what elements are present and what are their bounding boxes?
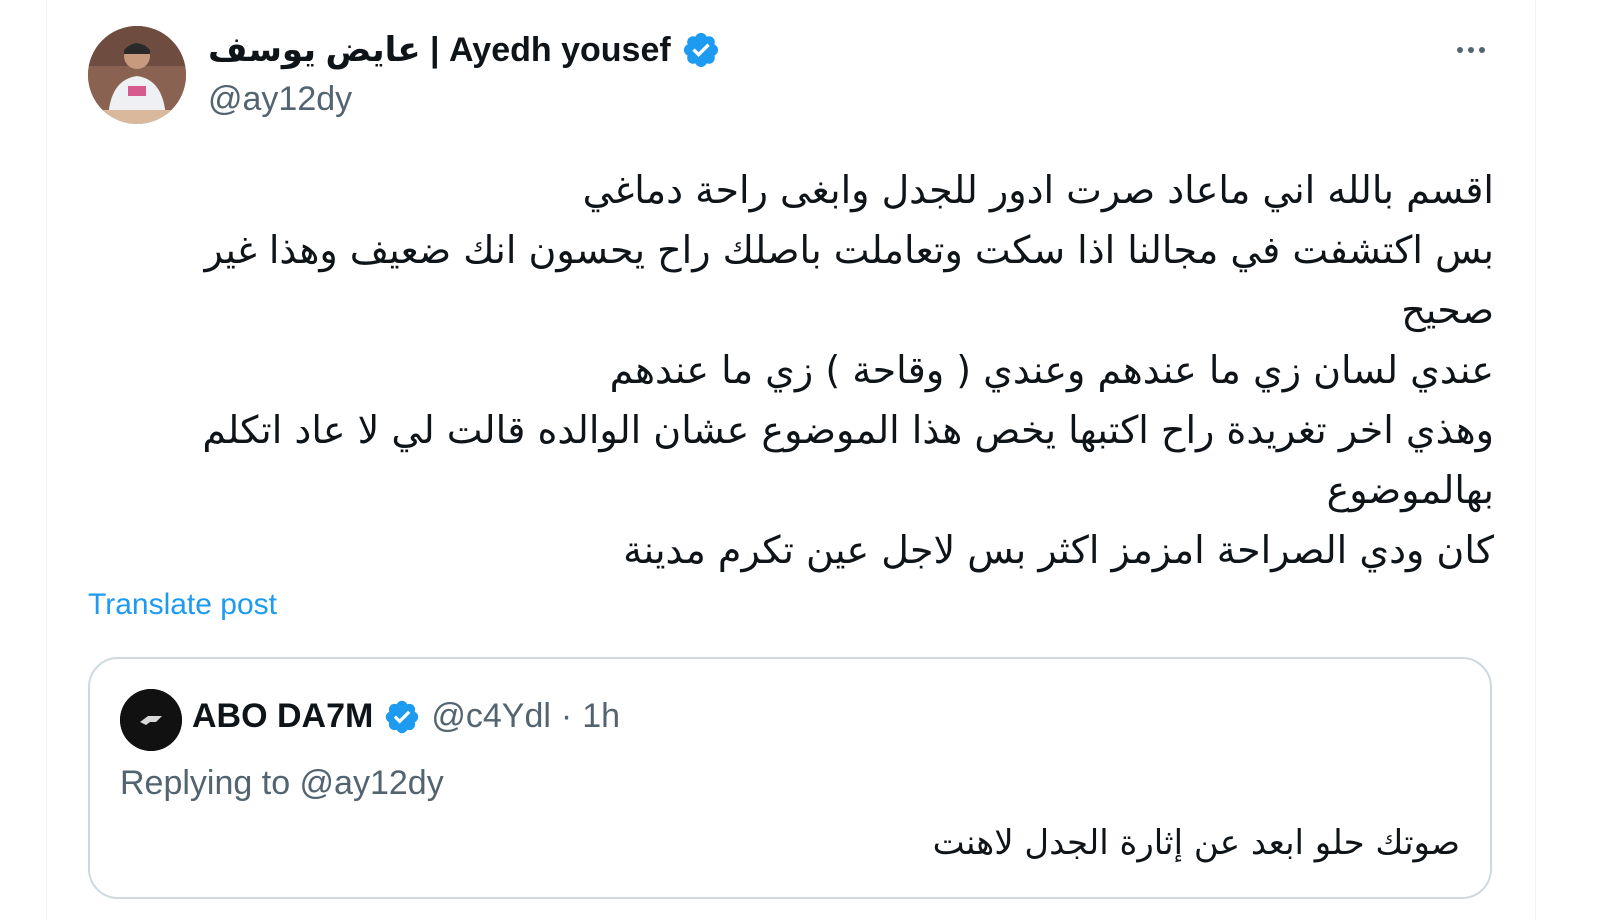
timeline-left-border <box>46 0 47 920</box>
author-name-row[interactable]: عايض يوسف | Ayedh yousef <box>208 30 721 70</box>
translate-post-link[interactable]: Translate post <box>88 588 277 622</box>
more-dot <box>1468 47 1474 53</box>
more-horizontal-icon <box>1457 47 1463 53</box>
quote-separator: · <box>560 697 573 735</box>
post-text-line: وهذي اخر تغريدة راح اكتبها يخص هذا الموض… <box>202 408 1494 452</box>
verified-badge-icon <box>683 32 718 68</box>
quote-text: صوتك حلو ابعد عن إثارة الجدل لاهنت <box>932 823 1460 863</box>
quote-author-handle[interactable]: @c4Ydl <box>431 697 551 736</box>
post-text: اقسم بالله اني ماعاد صرت ادور للجدل وابغ… <box>94 160 1494 580</box>
quote-replying-to: Replying to @ay12dy <box>120 764 444 802</box>
verified-badge-icon <box>386 700 419 733</box>
quote-timestamp[interactable]: 1h <box>582 697 620 736</box>
timeline-right-border <box>1535 0 1536 920</box>
post-text-line: بس اكتشفت في مجالنا اذا سكت وتعاملت باصل… <box>204 228 1494 272</box>
author-avatar[interactable] <box>88 26 186 124</box>
post-text-line: بهالموضوع <box>1326 468 1494 512</box>
author-handle[interactable]: @ay12dy <box>208 80 352 119</box>
quote-author-name[interactable]: ABO DA7M <box>192 697 373 736</box>
quote-header: ABO DA7M @c4Ydl · 1h <box>192 697 620 736</box>
post-text-line: عندي لسان زي ما عندهم وعندي ( وقاحة ) زي… <box>609 348 1494 392</box>
quote-author-avatar[interactable] <box>120 689 182 751</box>
post-text-line: كان ودي الصراحة امزمز اكثر بس لاجل عين ت… <box>623 528 1494 572</box>
post-text-line: اقسم بالله اني ماعاد صرت ادور للجدل وابغ… <box>582 168 1494 212</box>
more-dot <box>1479 47 1485 53</box>
post-detail-page: عايض يوسف | Ayedh yousef @ay12dy اقسم با… <box>0 0 1600 920</box>
post-text-line: صحيح <box>1401 288 1494 332</box>
author-display-name[interactable]: عايض يوسف | Ayedh yousef <box>208 30 671 70</box>
more-options-button[interactable] <box>1448 30 1494 70</box>
quoted-post-card[interactable]: ABO DA7M @c4Ydl · 1h Replying to @ay12dy… <box>88 657 1492 899</box>
